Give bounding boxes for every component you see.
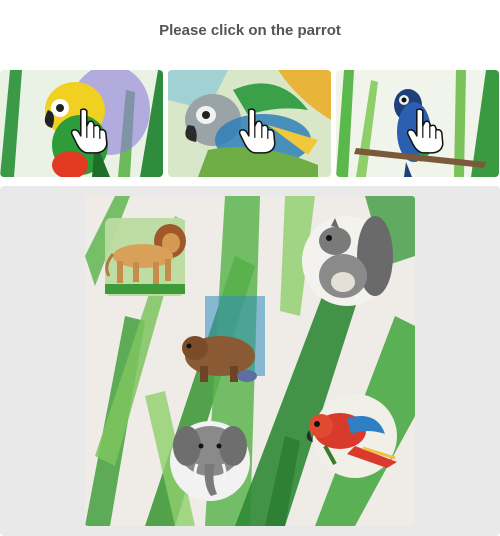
bear-image[interactable] xyxy=(182,296,265,382)
hand-pointer-icon xyxy=(406,107,444,154)
elephant-image[interactable] xyxy=(170,421,250,501)
puzzle-image[interactable] xyxy=(85,196,415,526)
captcha-instruction: Please click on the parrot xyxy=(159,22,341,39)
lion-image[interactable] xyxy=(105,218,186,296)
example-image-parrot-1 xyxy=(0,70,163,177)
squirrel-image[interactable] xyxy=(302,216,393,306)
example-image-parrot-3 xyxy=(336,70,499,177)
hand-pointer-icon xyxy=(238,107,276,154)
example-images-row xyxy=(0,70,500,177)
hand-pointer-icon xyxy=(70,107,108,154)
example-image-parrot-2 xyxy=(168,70,331,177)
